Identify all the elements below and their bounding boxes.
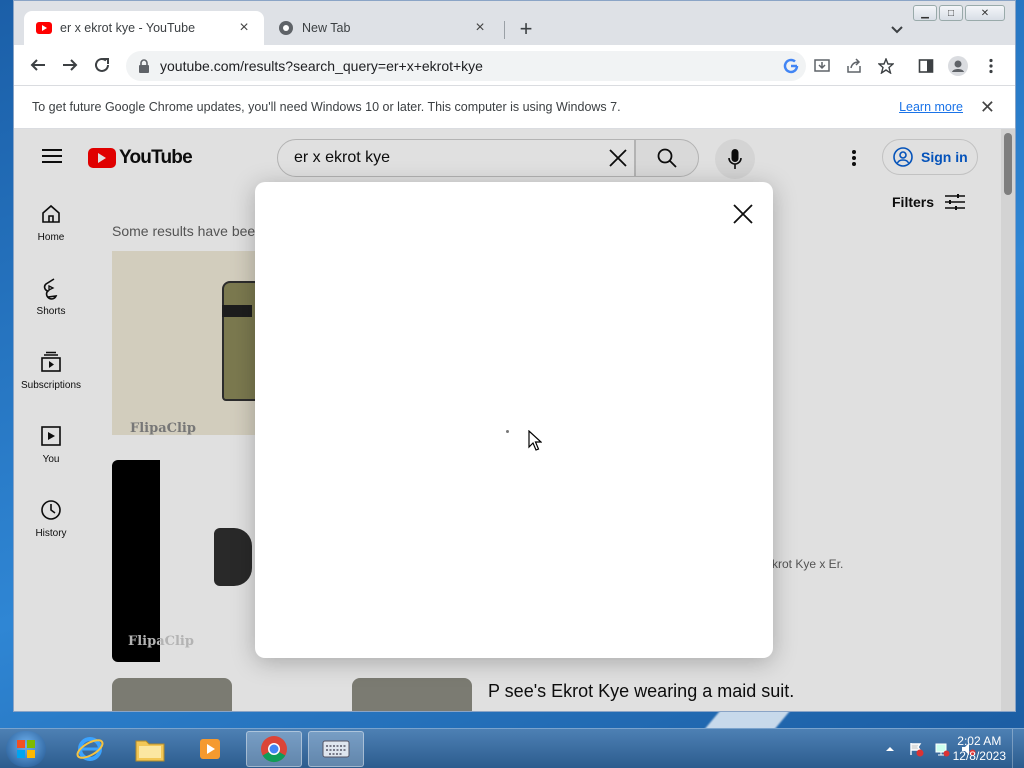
tab-title: New Tab [302,21,351,35]
chrome-window: er x ekrot kye - YouTube × New Tab × + ▁… [13,0,1016,712]
media-player-icon [200,739,220,759]
clock-time: 2:02 AM [957,734,1002,748]
tab-close-icon[interactable]: × [472,20,488,36]
internet-explorer-icon [76,737,104,761]
tab-separator [504,21,505,39]
mouse-cursor-icon [528,429,543,457]
tab-search-chevron-icon[interactable] [886,18,908,40]
clock-date: 12/8/2023 [952,749,1006,763]
windows-taskbar: 2:02 AM 12/8/2023 [0,728,1024,768]
tab-youtube[interactable]: er x ekrot kye - YouTube × [24,11,264,45]
chrome-menu-icon[interactable] [980,55,1002,77]
keyboard-icon [322,740,350,758]
reload-button[interactable] [90,53,114,77]
windows-logo-icon [17,740,35,758]
folder-icon [135,740,165,762]
tab-close-icon[interactable]: × [236,20,252,36]
address-text: youtube.com/results?search_query=er+x+ek… [160,58,483,74]
show-hidden-icons-icon[interactable] [882,741,898,757]
minimize-button[interactable]: ▁ [913,5,937,21]
new-tab-button[interactable]: + [514,18,538,42]
chrome-icon [261,736,287,763]
show-desktop-button[interactable] [1012,729,1024,768]
back-button[interactable] [26,53,50,77]
window-close-button[interactable]: ✕ [965,5,1005,21]
install-app-icon[interactable] [811,55,833,77]
learn-more-link[interactable]: Learn more [899,100,963,114]
browser-toolbar: youtube.com/results?search_query=er+x+ek… [14,45,1015,85]
bookmark-star-icon[interactable] [875,55,897,77]
window-controls: ▁ □ ✕ [913,5,1005,21]
profile-avatar-icon[interactable] [947,55,969,77]
infobar-message: To get future Google Chrome updates, you… [32,100,621,114]
loading-dot [506,430,509,433]
start-button[interactable] [6,731,46,767]
network-icon[interactable] [934,741,950,757]
tab-title: er x ekrot kye - YouTube [60,21,196,35]
youtube-favicon-icon [36,20,52,36]
address-bar[interactable]: youtube.com/results?search_query=er+x+ek… [126,51,806,81]
youtube-page: YouTube er x ekrot kye Sign in Home Shor… [14,129,1015,711]
taskbar-file-explorer[interactable] [122,731,178,767]
side-panel-icon[interactable] [915,55,937,77]
dialog-close-icon[interactable] [731,202,755,226]
share-icon[interactable] [843,55,865,77]
taskbar-chrome[interactable] [246,731,302,767]
chrome-favicon-icon [278,20,294,36]
taskbar-internet-explorer[interactable] [62,731,118,767]
lock-icon[interactable] [138,59,150,73]
taskbar-on-screen-keyboard[interactable] [308,731,364,767]
google-icon[interactable] [780,55,802,77]
infobar-close-icon[interactable]: ✕ [980,97,995,118]
modal-dialog [255,182,773,658]
action-center-flag-icon[interactable] [908,741,924,757]
update-infobar: To get future Google Chrome updates, you… [14,85,1015,129]
forward-button[interactable] [58,53,82,77]
taskbar-clock[interactable]: 2:02 AM 12/8/2023 [953,734,1006,764]
maximize-button[interactable]: □ [939,5,963,21]
tab-new-tab[interactable]: New Tab × [266,11,500,45]
tab-strip: er x ekrot kye - YouTube × New Tab × + ▁… [14,1,1015,45]
taskbar-media-player[interactable] [182,731,238,767]
